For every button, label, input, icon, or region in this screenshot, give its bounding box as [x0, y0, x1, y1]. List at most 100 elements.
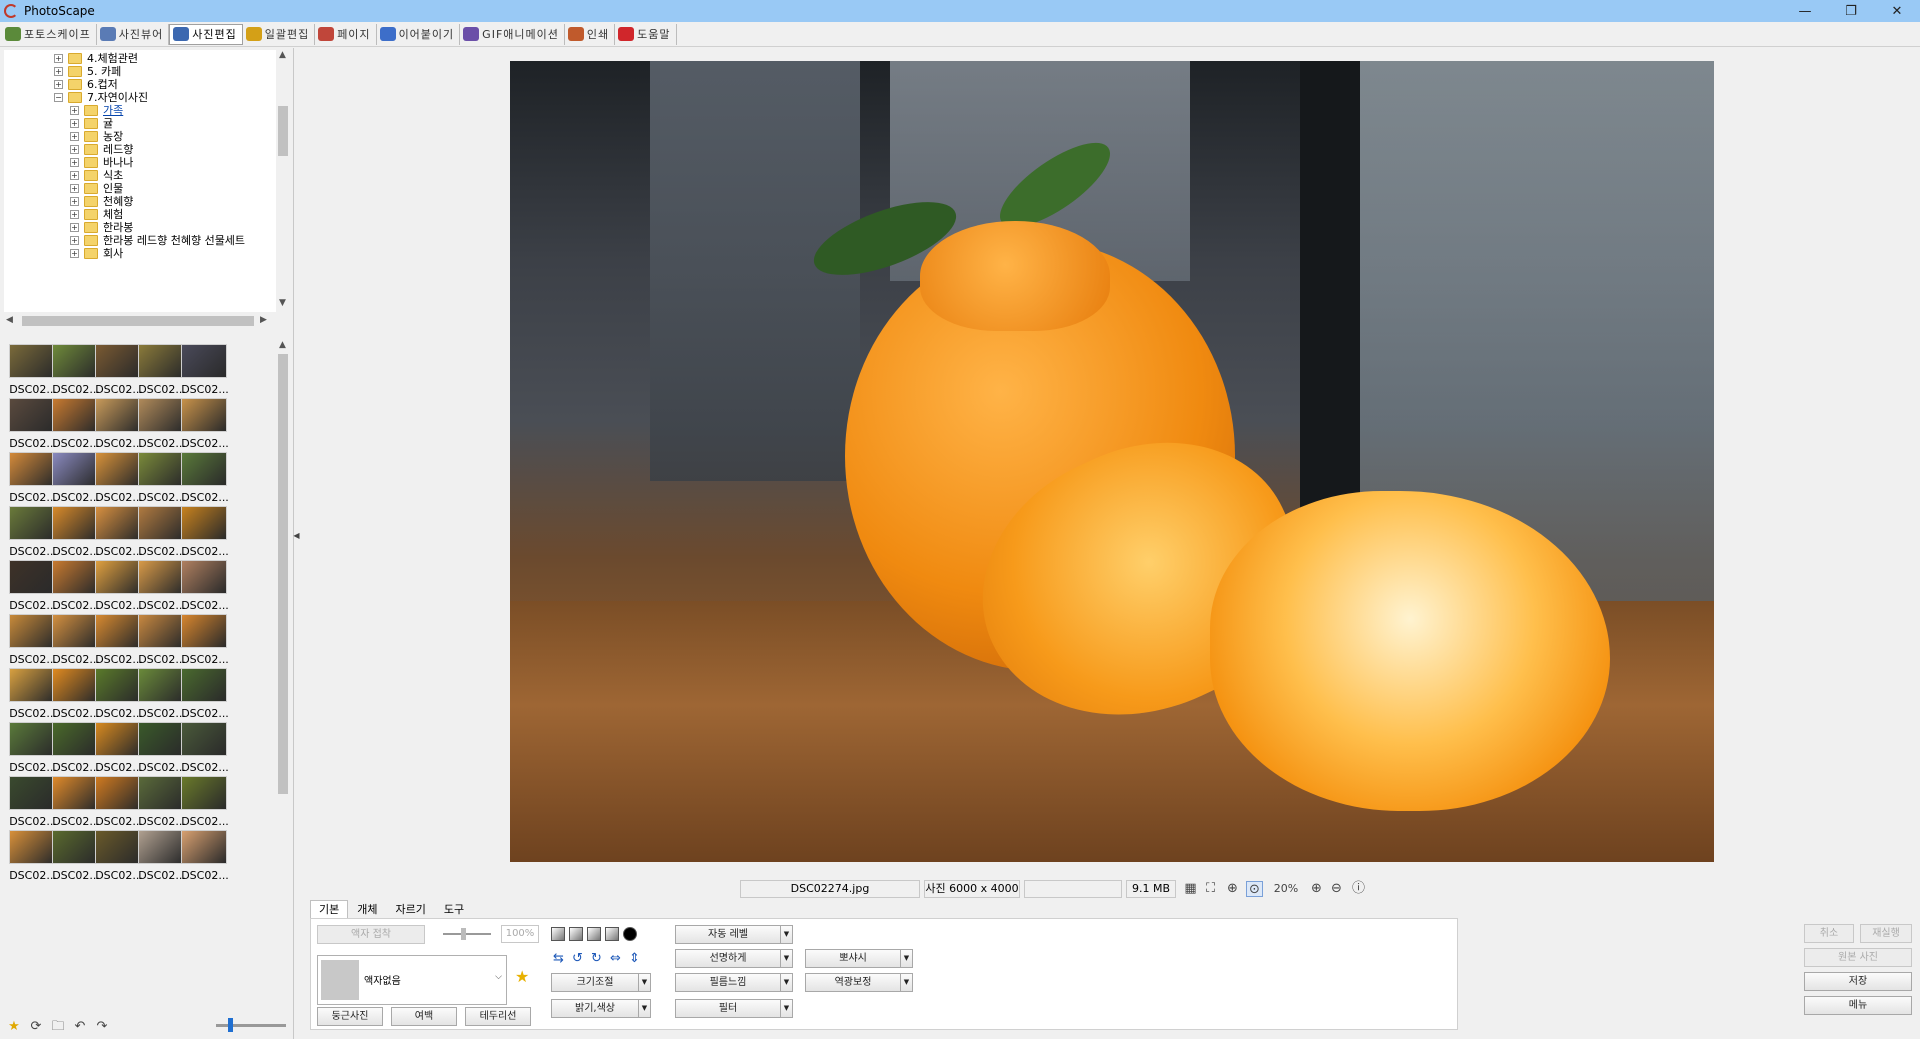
rotate-right-icon[interactable]: ↻	[589, 951, 604, 966]
resize-button[interactable]: 크기조절	[551, 973, 639, 992]
scroll-down-icon[interactable]: ▼	[279, 298, 286, 308]
expand-icon[interactable]: +	[54, 66, 63, 76]
thumbnail-item[interactable]: DSC02...	[178, 772, 229, 834]
edit-tab-0[interactable]: 기본	[310, 900, 349, 918]
open-image-icon[interactable]: ⇆	[551, 951, 566, 966]
open-folder-icon[interactable]: 🗀	[50, 1019, 66, 1035]
scrollbar-thumb[interactable]	[278, 354, 288, 794]
corner-style-4-icon[interactable]	[605, 927, 619, 941]
zoom-out-icon[interactable]: ⊖	[1328, 881, 1345, 897]
edited-photo[interactable]	[510, 61, 1714, 862]
back-icon[interactable]: ↶	[72, 1019, 88, 1035]
maximize-button[interactable]: ❐	[1828, 0, 1874, 22]
zoom-in-icon[interactable]: ⊕	[1308, 881, 1325, 897]
expand-icon[interactable]: +	[70, 131, 79, 141]
thumbnail-item[interactable]: DSC02...	[178, 340, 229, 402]
corner-style-2-icon[interactable]	[569, 927, 583, 941]
scroll-up-icon[interactable]: ▲	[279, 50, 286, 60]
tab-4[interactable]: 페이지	[315, 23, 377, 45]
corner-style-5-icon[interactable]	[623, 927, 637, 941]
menu-button[interactable]: 메뉴	[1804, 996, 1912, 1015]
photo-canvas[interactable]	[302, 48, 1920, 878]
corner-style-3-icon[interactable]	[587, 927, 601, 941]
sharpen-button[interactable]: 선명하게	[675, 949, 781, 968]
film-effect-button[interactable]: 필름느낌	[675, 973, 781, 992]
zoom-fit-icon[interactable]: ⊙	[1246, 881, 1263, 897]
filter-button[interactable]: 필터	[675, 999, 781, 1018]
slider-knob[interactable]	[228, 1018, 233, 1032]
tab-2[interactable]: 사진편집	[169, 23, 243, 45]
folder-tree-hscrollbar[interactable]: ◀ ▶	[4, 314, 272, 328]
margin-button[interactable]: 여백	[391, 1007, 457, 1026]
thumbnail-item[interactable]: DSC02...	[178, 610, 229, 672]
tab-1[interactable]: 사진뷰어	[97, 23, 170, 45]
scroll-left-icon[interactable]: ◀	[6, 315, 13, 325]
brightness-color-button[interactable]: 밝기,색상	[551, 999, 639, 1018]
collapse-icon[interactable]: −	[54, 92, 63, 102]
scroll-up-icon[interactable]: ▲	[279, 340, 286, 350]
expand-icon[interactable]: +	[70, 118, 79, 128]
tab-3[interactable]: 일괄편집	[243, 23, 316, 45]
filter-dropdown-arrow[interactable]: ▼	[780, 999, 793, 1018]
refresh-icon[interactable]: ⟳	[28, 1019, 44, 1035]
thumbnail-item[interactable]: DSC02...	[178, 448, 229, 510]
favorite-frame-star-icon[interactable]: ★	[515, 967, 529, 986]
folder-tree-scrollbar[interactable]: ▲ ▼	[276, 50, 290, 312]
info-icon[interactable]: ⓘ	[1350, 881, 1367, 897]
hscrollbar-thumb[interactable]	[22, 316, 254, 326]
sharpen-dropdown-arrow[interactable]: ▼	[780, 949, 793, 968]
thumbnail-size-slider[interactable]	[216, 1018, 286, 1032]
backlight-dropdown-arrow[interactable]: ▼	[900, 973, 913, 992]
resize-dropdown-arrow[interactable]: ▼	[638, 973, 651, 992]
undo-button[interactable]: 취소	[1804, 924, 1854, 943]
expand-icon[interactable]: +	[70, 196, 79, 206]
expand-icon[interactable]: +	[70, 170, 79, 180]
scroll-right-icon[interactable]: ▶	[260, 315, 267, 325]
thumbnail-item[interactable]: DSC02...	[178, 502, 229, 564]
tab-8[interactable]: 도움말	[615, 23, 677, 45]
expand-icon[interactable]: +	[70, 209, 79, 219]
expand-icon[interactable]: +	[54, 79, 63, 89]
thumbnail-item[interactable]: DSC02...	[178, 394, 229, 456]
auto-level-button[interactable]: 자동 레벨	[675, 925, 781, 944]
expand-icon[interactable]: +	[70, 157, 79, 167]
tree-item[interactable]: + 회사	[70, 245, 123, 261]
round-photo-button[interactable]: 둥근사진	[317, 1007, 383, 1026]
tab-7[interactable]: 인쇄	[565, 23, 616, 45]
redo-button[interactable]: 재실행	[1860, 924, 1912, 943]
expand-icon[interactable]: +	[70, 144, 79, 154]
edit-tab-3[interactable]: 도구	[435, 900, 473, 918]
original-photo-button[interactable]: 원본 사진	[1804, 948, 1912, 967]
thumbnail-item[interactable]: DSC02...	[178, 556, 229, 618]
expand-icon[interactable]: +	[70, 222, 79, 232]
brightness-dropdown-arrow[interactable]: ▼	[638, 999, 651, 1018]
tab-6[interactable]: GIF애니메이션	[460, 23, 565, 45]
rotate-left-icon[interactable]: ↺	[570, 951, 585, 966]
expand-icon[interactable]: +	[70, 235, 79, 245]
frame-select-dropdown[interactable]: 액자없음 ⌵	[317, 955, 507, 1005]
auto-level-dropdown-arrow[interactable]: ▼	[780, 925, 793, 944]
collapse-panel-handle[interactable]: ◀	[293, 480, 300, 590]
frame-fit-button[interactable]: 액자 접착	[317, 925, 425, 944]
expand-icon[interactable]: +	[70, 105, 79, 115]
thumbnail-item[interactable]: DSC02...	[178, 664, 229, 726]
edit-tab-2[interactable]: 자르기	[387, 900, 435, 918]
tab-0[interactable]: 포토스케이프	[2, 23, 97, 45]
film-dropdown-arrow[interactable]: ▼	[780, 973, 793, 992]
thumbnail-item[interactable]: DSC02...	[178, 826, 229, 888]
backlight-button[interactable]: 역광보정	[805, 973, 901, 992]
close-button[interactable]: ✕	[1874, 0, 1920, 22]
bloom-dropdown-arrow[interactable]: ▼	[900, 949, 913, 968]
expand-icon[interactable]: +	[54, 53, 63, 63]
bloom-button[interactable]: 뽀샤시	[805, 949, 901, 968]
frame-size-slider[interactable]	[443, 928, 491, 940]
zoom-actual-icon[interactable]: ⊕	[1224, 881, 1241, 897]
favorite-star-icon[interactable]: ★	[6, 1019, 22, 1035]
thumbnail-item[interactable]: DSC02...	[178, 718, 229, 780]
save-button[interactable]: 저장	[1804, 972, 1912, 991]
slider-knob[interactable]	[461, 928, 466, 940]
border-button[interactable]: 테두리선	[465, 1007, 531, 1026]
expand-icon[interactable]: +	[70, 183, 79, 193]
transparency-grid-icon[interactable]: ▦	[1182, 881, 1199, 897]
scrollbar-thumb[interactable]	[278, 106, 288, 156]
